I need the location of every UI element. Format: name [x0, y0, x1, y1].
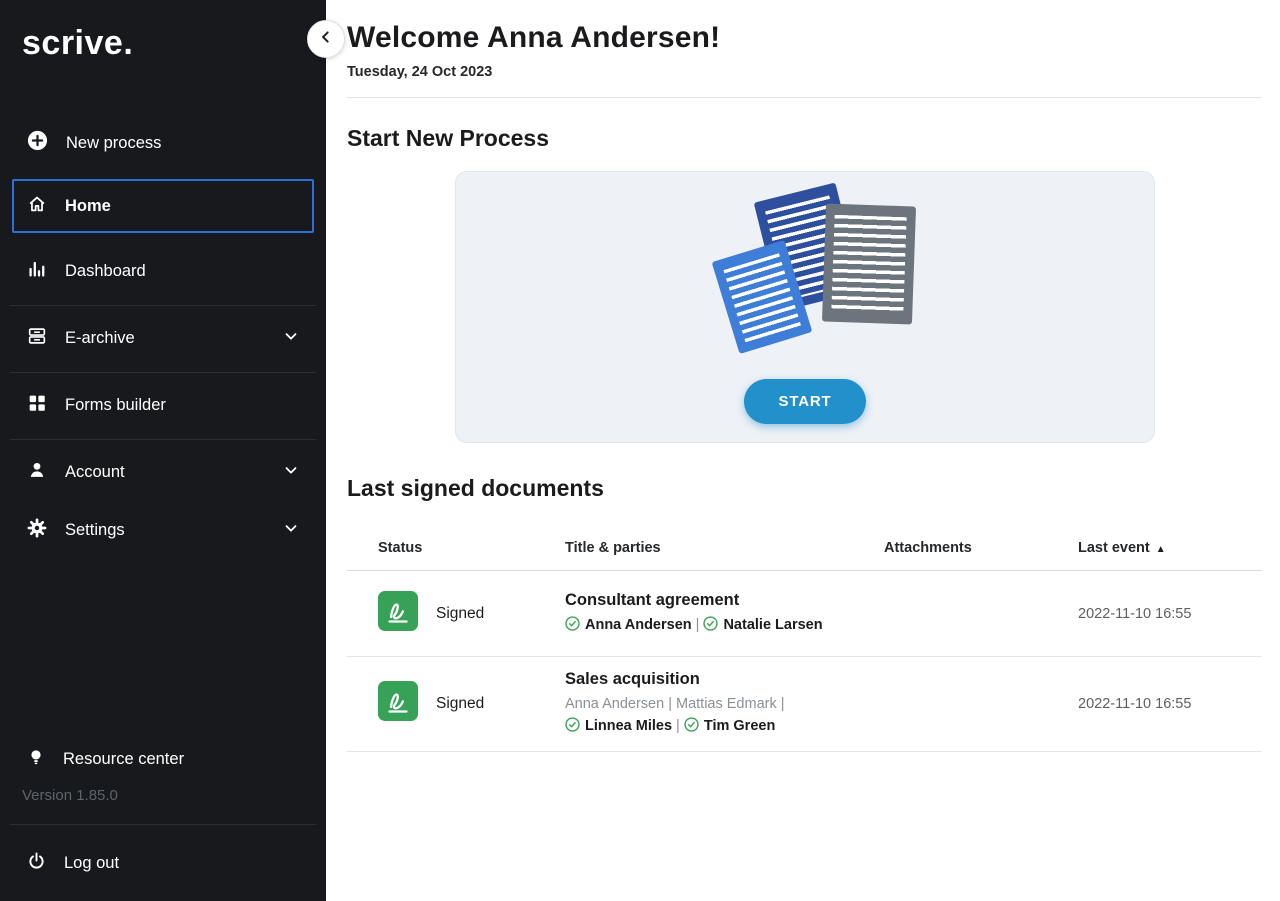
divider [10, 372, 316, 373]
person-icon [26, 459, 48, 486]
column-header-title-parties: Title & parties [565, 540, 884, 556]
row-status-label: Signed [436, 695, 484, 713]
column-header-last-event[interactable]: Last event▲ [1078, 540, 1242, 556]
column-header-attachments: Attachments [884, 540, 1078, 556]
party-name: Mattias Edmark [676, 696, 777, 712]
divider [10, 305, 316, 306]
documents-table: Status Title & parties Attachments Last … [347, 528, 1262, 752]
check-circle-icon [684, 717, 699, 732]
sidebar-item-resource-center[interactable]: Resource center [0, 733, 326, 785]
sidebar-item-settings[interactable]: Settings [0, 504, 326, 556]
chevron-down-icon [282, 519, 300, 542]
current-date: Tuesday, 24 Oct 2023 [347, 64, 1262, 80]
sidebar-item-home[interactable]: Home [12, 179, 314, 233]
status-cell: Signed [378, 681, 565, 726]
last-signed-heading: Last signed documents [347, 475, 1262, 502]
scrive-logo[interactable]: scrive. [22, 24, 326, 63]
gear-icon [26, 517, 48, 544]
archive-icon [26, 325, 48, 352]
party-name: Tim Green [684, 718, 775, 734]
row-parties: Anna Andersen | Natalie Larsen [565, 614, 843, 636]
party-separator: | [672, 718, 684, 734]
documents-table-body: Signed Consultant agreement Anna Anderse… [347, 571, 1262, 752]
chevron-down-icon [282, 327, 300, 350]
party-name: Natalie Larsen [703, 617, 822, 633]
party-name: Anna Andersen [565, 696, 664, 712]
sidebar-item-label: Home [65, 197, 111, 216]
divider [347, 97, 1262, 98]
party-name: Linnea Miles [565, 718, 672, 734]
sidebar-item-label: Log out [64, 854, 119, 873]
table-header-row: Status Title & parties Attachments Last … [347, 528, 1262, 571]
sidebar-item-label: Dashboard [65, 262, 146, 281]
sidebar-item-label: Settings [65, 521, 125, 540]
page-title: Welcome Anna Andersen! [347, 0, 1262, 55]
check-circle-icon [703, 616, 718, 631]
version-label: Version 1.85.0 [22, 787, 326, 804]
party-separator: | [777, 696, 785, 712]
chevron-left-icon [316, 27, 336, 52]
start-process-panel: START [455, 171, 1155, 443]
row-last-event: 2022-11-10 16:55 [1078, 606, 1242, 622]
document-shape-gray [822, 203, 916, 324]
lightbulb-icon [26, 747, 46, 772]
row-status-label: Signed [436, 605, 484, 623]
sidebar-item-forms-builder[interactable]: Forms builder [0, 379, 326, 431]
sort-ascending-icon: ▲ [1156, 544, 1166, 555]
sidebar-item-new-process[interactable]: New process [0, 117, 326, 169]
sidebar-item-account[interactable]: Account [0, 446, 326, 498]
sidebar-bottom: Resource center Version 1.85.0 Log out [0, 733, 326, 901]
party-separator: | [692, 617, 704, 633]
sidebar-item-label: Account [65, 463, 125, 482]
sidebar-item-label: Resource center [63, 750, 184, 769]
divider [10, 824, 316, 825]
sidebar-nav: New process Home Dashboard E-archive [0, 117, 326, 556]
collapse-sidebar-button[interactable] [307, 20, 345, 58]
chevron-down-icon [282, 461, 300, 484]
sidebar-item-label: Forms builder [65, 396, 166, 415]
row-title: Consultant agreement [565, 591, 884, 610]
sidebar-item-e-archive[interactable]: E-archive [0, 312, 326, 364]
divider [10, 439, 316, 440]
row-last-event: 2022-11-10 16:55 [1078, 696, 1242, 712]
sidebar-item-logout[interactable]: Log out [0, 837, 326, 889]
table-row[interactable]: Signed Sales acquisition Anna Andersen |… [347, 657, 1262, 752]
check-circle-icon [565, 616, 580, 631]
sidebar-item-dashboard[interactable]: Dashboard [0, 245, 326, 297]
documents-illustration [680, 191, 930, 357]
sidebar-item-label: E-archive [65, 329, 135, 348]
status-cell: Signed [378, 591, 565, 636]
signed-badge-icon [378, 681, 418, 726]
bar-chart-icon [26, 258, 48, 285]
start-button[interactable]: START [744, 379, 866, 424]
signed-badge-icon [378, 591, 418, 636]
title-parties-cell: Sales acquisition Anna Andersen | Mattia… [565, 670, 884, 738]
power-icon [26, 850, 47, 876]
column-header-status: Status [378, 540, 565, 556]
plus-circle-icon [26, 129, 49, 157]
home-icon [26, 193, 48, 220]
sidebar: scrive. New process Home Dashboard [0, 0, 326, 901]
party-separator: | [664, 696, 676, 712]
row-parties: Anna Andersen | Mattias Edmark | Linnea … [565, 693, 843, 738]
main-content: Welcome Anna Andersen! Tuesday, 24 Oct 2… [326, 0, 1280, 901]
check-circle-icon [565, 717, 580, 732]
start-new-process-heading: Start New Process [347, 125, 1262, 152]
grid-icon [26, 392, 48, 419]
row-title: Sales acquisition [565, 670, 884, 689]
sidebar-item-label: New process [66, 134, 161, 153]
party-name: Anna Andersen [565, 617, 692, 633]
table-row[interactable]: Signed Consultant agreement Anna Anderse… [347, 571, 1262, 657]
title-parties-cell: Consultant agreement Anna Andersen | Nat… [565, 591, 884, 636]
